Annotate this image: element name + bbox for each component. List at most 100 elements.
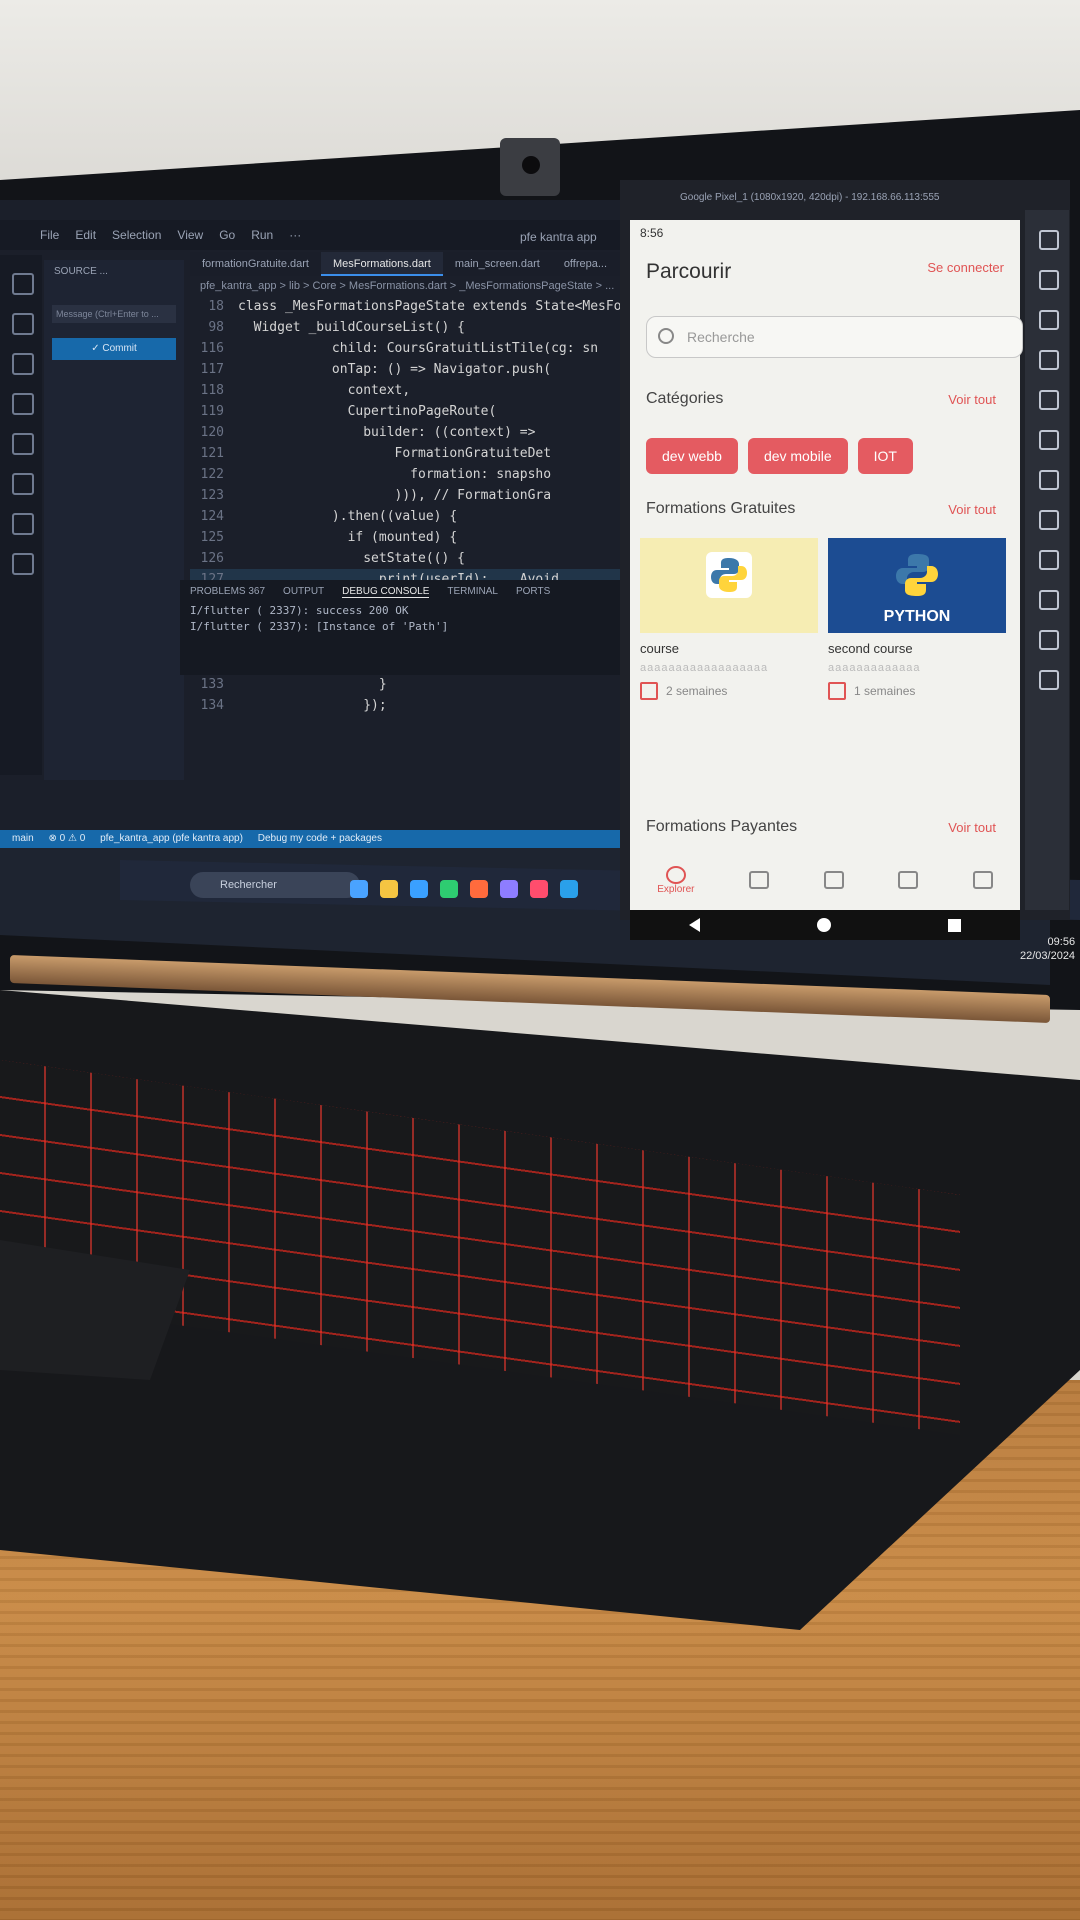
chip-iot[interactable]: IOT: [857, 438, 913, 474]
back-icon[interactable]: [1039, 550, 1059, 570]
emulator-title: Google Pixel_1 (1080x1920, 420dpi) - 192…: [680, 192, 940, 203]
volume-icon[interactable]: [1039, 310, 1059, 330]
menu-edit[interactable]: Edit: [75, 228, 96, 242]
book-icon: [749, 871, 770, 889]
extensions-icon[interactable]: [12, 433, 34, 455]
explorer-icon[interactable]: [12, 273, 34, 295]
fullscreen-icon[interactable]: [1039, 390, 1059, 410]
line-number: 122: [200, 467, 224, 482]
phone-screen: 8:56 Parcourir Se connecter Recherche Ca…: [630, 220, 1023, 910]
remote-icon[interactable]: [12, 553, 34, 575]
breadcrumb[interactable]: pfe_kantra_app > lib > Core > MesFormati…: [200, 280, 614, 292]
taskbar-app-icon[interactable]: [470, 880, 488, 898]
taskbar-app-icon[interactable]: [350, 880, 368, 898]
commit-message-input[interactable]: Message (Ctrl+Enter to ...: [52, 305, 176, 323]
code-line[interactable]: 125 if (mounted) {: [190, 527, 640, 548]
gps-icon[interactable]: [1039, 470, 1059, 490]
line-number: 116: [200, 341, 224, 356]
code-line[interactable]: 122 formation: snapsho: [190, 464, 640, 485]
search-icon[interactable]: [12, 313, 34, 335]
taskbar-app-icon[interactable]: [380, 880, 398, 898]
course-card[interactable]: course aaaaaaaaaaaaaaaaaa 2 semaines: [640, 538, 818, 700]
taskbar-app-icon[interactable]: [410, 880, 428, 898]
recent-apps-icon[interactable]: [948, 918, 962, 932]
erase-icon[interactable]: [1039, 270, 1059, 290]
code-line[interactable]: 123 ))), // FormationGra: [190, 485, 640, 506]
status-project[interactable]: pfe_kantra_app (pfe kantra app): [100, 833, 243, 844]
code-line[interactable]: 134 });: [190, 695, 640, 716]
overview-icon[interactable]: [1039, 630, 1059, 650]
code-line[interactable]: 121 FormationGratuiteDet: [190, 443, 640, 464]
tab-ports[interactable]: PORTS: [516, 586, 550, 598]
code-line[interactable]: 126 setState(() {: [190, 548, 640, 569]
code-line[interactable]: 119 CupertinoPageRoute(: [190, 401, 640, 422]
code-line[interactable]: 124 ).then((value) {: [190, 506, 640, 527]
calendar-icon: [640, 682, 658, 700]
share-icon[interactable]: [12, 513, 34, 535]
more-icon[interactable]: [1039, 670, 1059, 690]
menu-file[interactable]: File: [40, 228, 59, 242]
chip-dev-web[interactable]: dev webb: [646, 438, 738, 474]
code-text: });: [238, 698, 387, 713]
battery-icon[interactable]: [1039, 510, 1059, 530]
line-number: 120: [200, 425, 224, 440]
code-line[interactable]: 98 Widget _buildCourseList() {: [190, 317, 640, 338]
status-problems[interactable]: ⊗ 0 ⚠ 0: [48, 833, 85, 844]
free-courses-see-all[interactable]: Voir tout: [948, 502, 996, 517]
nav-jobs[interactable]: [898, 871, 919, 889]
menu-more[interactable]: ···: [289, 228, 301, 242]
tab-formation-gratuite[interactable]: formationGratuite.dart: [190, 252, 321, 276]
categories-see-all[interactable]: Voir tout: [948, 392, 996, 407]
commit-button[interactable]: ✓ Commit: [52, 338, 176, 360]
code-line[interactable]: 133 }: [190, 674, 640, 695]
free-courses-title: Formations Gratuites: [646, 500, 796, 517]
login-link[interactable]: Se connecter: [927, 260, 1004, 275]
tab-debug-console[interactable]: DEBUG CONSOLE: [342, 586, 430, 598]
code-line[interactable]: 117 onTap: () => Navigator.push(: [190, 359, 640, 380]
nav-laptop[interactable]: [972, 871, 993, 889]
home-icon[interactable]: [1039, 590, 1059, 610]
nav-explorer[interactable]: Explorer: [657, 865, 695, 895]
code-line[interactable]: 118 context,: [190, 380, 640, 401]
code-line[interactable]: 18 class _MesFormationsPageState extends …: [190, 296, 660, 317]
back-icon[interactable]: [688, 918, 700, 932]
search-input[interactable]: Recherche: [646, 316, 1023, 358]
tab-offre[interactable]: offrepa...: [552, 252, 619, 276]
course-duration-text: 1 semaines: [854, 684, 916, 698]
taskbar-app-icon[interactable]: [500, 880, 518, 898]
paid-courses-see-all[interactable]: Voir tout: [948, 820, 996, 835]
run-debug-icon[interactable]: [12, 393, 34, 415]
tab-output[interactable]: OUTPUT: [283, 586, 324, 598]
taskbar-app-icon[interactable]: [440, 880, 458, 898]
course-title: second course: [828, 641, 913, 656]
course-card[interactable]: PYTHON second course aaaaaaaaaaaaa 1 sem…: [828, 538, 1006, 700]
status-debug-mode[interactable]: Debug my code + packages: [258, 833, 382, 844]
menu-go[interactable]: Go: [219, 228, 235, 242]
code-text: formation: snapsho: [238, 467, 552, 482]
signal-icon[interactable]: [1039, 430, 1059, 450]
testing-icon[interactable]: [12, 473, 34, 495]
status-branch[interactable]: main: [12, 833, 34, 844]
line-number: 133: [200, 677, 224, 692]
tab-main-screen[interactable]: main_screen.dart: [443, 252, 552, 276]
nav-chat[interactable]: [823, 871, 844, 889]
menu-run[interactable]: Run: [251, 228, 273, 242]
menu-selection[interactable]: Selection: [112, 228, 161, 242]
taskbar-app-icon[interactable]: [560, 880, 578, 898]
code-line[interactable]: 120 builder: ((context) =>: [190, 422, 640, 443]
tab-terminal[interactable]: TERMINAL: [447, 586, 498, 598]
menu-view[interactable]: View: [177, 228, 203, 242]
taskbar-search[interactable]: Rechercher: [190, 872, 360, 898]
id-icon[interactable]: [1039, 350, 1059, 370]
tab-problems[interactable]: PROBLEMS 367: [190, 586, 265, 598]
home-icon[interactable]: [816, 918, 831, 932]
tab-mes-formations[interactable]: MesFormations.dart: [321, 252, 443, 276]
code-line[interactable]: 116 child: CoursGratuitListTile(cg: sn: [190, 338, 640, 359]
chip-dev-mobile[interactable]: dev mobile: [747, 438, 848, 474]
menu-icon[interactable]: [1039, 230, 1059, 250]
taskbar-clock[interactable]: 09:56 22/03/2024: [1020, 935, 1075, 963]
source-control-icon[interactable]: [12, 353, 34, 375]
taskbar-app-icon[interactable]: [530, 880, 548, 898]
nav-courses[interactable]: [749, 871, 770, 889]
nav-explorer-label: Explorer: [657, 883, 695, 895]
